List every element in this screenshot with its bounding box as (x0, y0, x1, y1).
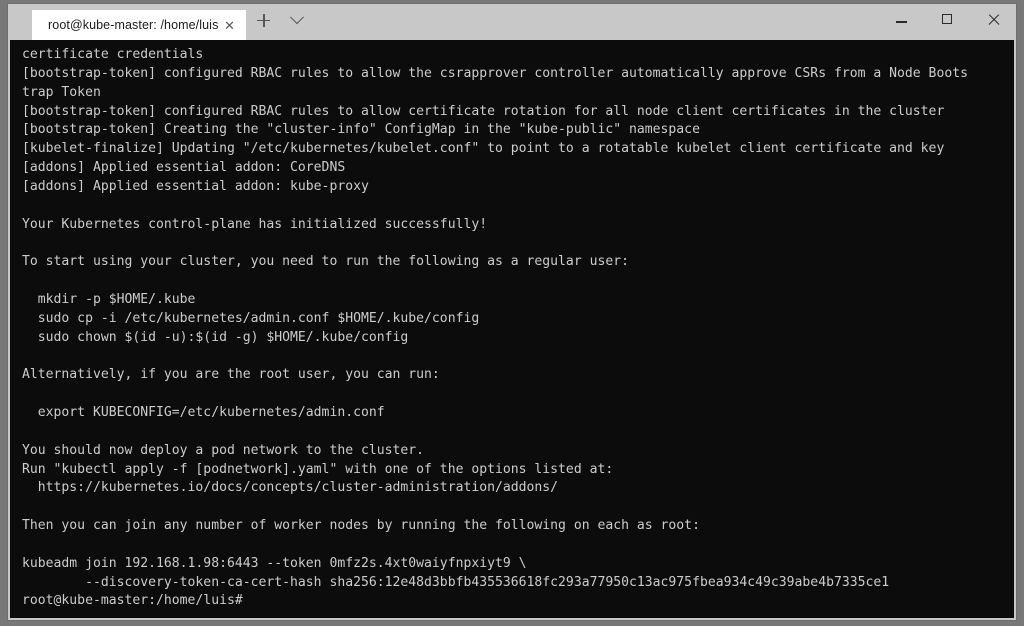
tab-title: root@kube-master: /home/luis (48, 18, 219, 32)
terminal-line: certificate credentials (22, 47, 204, 62)
terminal-line: root@kube-master:/home/luis# (22, 593, 243, 609)
terminal-line: [addons] Applied essential addon: kube-p… (22, 178, 369, 194)
terminal-line: Then you can join any number of worker n… (22, 518, 700, 534)
tab-active[interactable]: root@kube-master: /home/luis ✕ (32, 10, 247, 40)
maximize-icon (942, 14, 952, 24)
tab-menu-button[interactable] (280, 5, 314, 35)
close-icon[interactable]: ✕ (218, 14, 240, 36)
terminal-line: [bootstrap-token] Creating the "cluster-… (22, 122, 700, 138)
terminal-line: export KUBECONFIG=/etc/kubernetes/admin.… (22, 405, 385, 421)
title-bar[interactable]: root@kube-master: /home/luis ✕ (8, 4, 1016, 40)
terminal-line: sudo cp -i /etc/kubernetes/admin.conf $H… (22, 310, 480, 326)
minimize-button[interactable] (878, 4, 924, 34)
terminal-window: root@kube-master: /home/luis ✕ certifica… (8, 4, 1016, 620)
terminal-line: sudo chown $(id -u):$(id -g) $HOME/.kube… (22, 329, 409, 345)
maximize-button[interactable] (924, 4, 970, 34)
terminal-line: To start using your cluster, you need to… (22, 254, 629, 270)
plus-icon (256, 13, 270, 27)
terminal-line: [bootstrap-token] configured RBAC rules … (22, 65, 968, 81)
tab-strip: root@kube-master: /home/luis ✕ (8, 4, 247, 40)
terminal-viewport[interactable]: certificate credentials [bootstrap-token]… (10, 40, 1014, 618)
minimize-icon (895, 21, 907, 23)
terminal-output[interactable]: certificate credentials [bootstrap-token]… (10, 40, 1014, 618)
terminal-line: kubeadm join 192.168.1.98:6443 --token 0… (22, 555, 527, 571)
terminal-line: [kubelet-finalize] Updating "/etc/kubern… (22, 141, 945, 157)
close-icon (987, 13, 1000, 26)
terminal-line: [bootstrap-token] configured RBAC rules … (22, 103, 945, 119)
terminal-line: mkdir -p $HOME/.kube (22, 291, 196, 307)
terminal-line: Your Kubernetes control-plane has initia… (22, 216, 488, 232)
terminal-line: [addons] Applied essential addon: CoreDN… (22, 160, 346, 176)
terminal-line: Run "kubectl apply -f [podnetwork].yaml"… (22, 461, 614, 477)
window-controls (878, 4, 1016, 40)
chevron-down-icon (290, 10, 305, 25)
terminal-line: https://kubernetes.io/docs/concepts/clus… (22, 480, 559, 496)
tab-actions (246, 2, 314, 40)
terminal-line: Alternatively, if you are the root user,… (22, 367, 440, 383)
terminal-line: trap Token (22, 84, 101, 100)
terminal-line: --discovery-token-ca-cert-hash sha256:12… (22, 574, 890, 590)
close-button[interactable] (970, 4, 1016, 34)
new-tab-button[interactable] (246, 5, 280, 35)
terminal-line: You should now deploy a pod network to t… (22, 442, 425, 458)
